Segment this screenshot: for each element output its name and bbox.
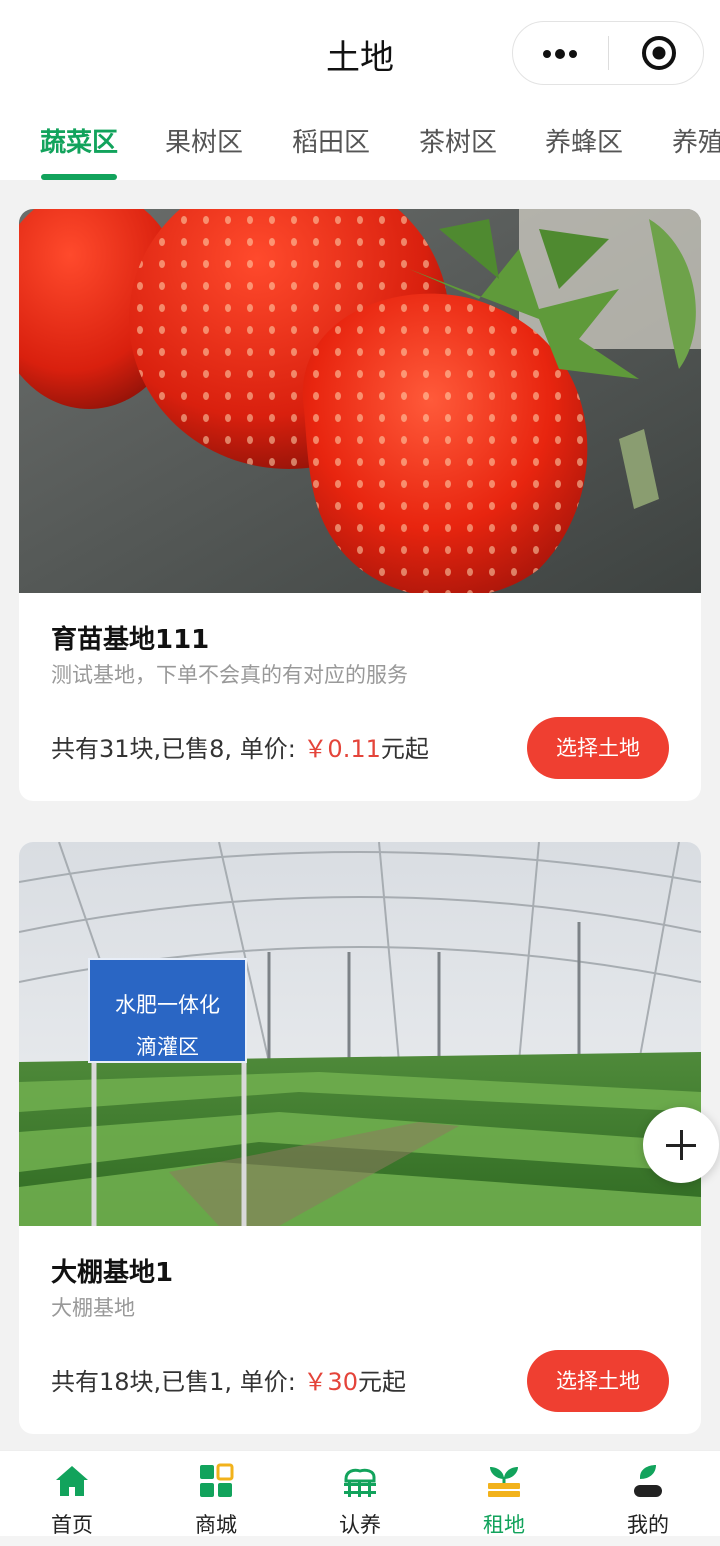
strawberry-photo (19, 209, 701, 593)
land-card[interactable]: 水肥一体化 滴灌区 大棚基地1 大棚基地 共有18块,已售1, 单价: ￥30元… (19, 842, 701, 1434)
unit-price: ￥0.11 (303, 735, 381, 763)
stock-text: 共有18块,已售1, 单价: (51, 1368, 296, 1396)
sign-line-2: 滴灌区 (136, 1035, 199, 1059)
sign-line-1: 水肥一体化 (115, 993, 220, 1017)
close-target-icon[interactable] (641, 35, 677, 71)
tabbar-item-home[interactable]: 首页 (0, 1451, 144, 1546)
rent-land-sprout-icon (488, 1467, 520, 1497)
select-land-button[interactable]: 选择土地 (527, 1350, 669, 1412)
tabbar-item-profile[interactable]: 我的 (576, 1451, 720, 1546)
category-tabs: 蔬菜区 果树区 稻田区 茶树区 养蜂区 养殖区 (0, 104, 720, 180)
home-icon (56, 1466, 88, 1496)
card-stock-info: 共有31块,已售8, 单价: ￥0.11元起 (51, 729, 429, 764)
unit-price: ￥30 (303, 1368, 358, 1396)
card-stock-info: 共有18块,已售1, 单价: ￥30元起 (51, 1362, 406, 1397)
nav-header: 土地 (0, 0, 720, 104)
tabbar-label: 商城 (195, 1513, 237, 1537)
card-title: 大棚基地1 (51, 1258, 174, 1288)
tab-vegetable[interactable]: 蔬菜区 (40, 122, 118, 159)
mini-program-capsule (512, 21, 704, 85)
tabbar-label: 租地 (483, 1513, 525, 1537)
tab-beekeeping[interactable]: 养蜂区 (545, 122, 623, 159)
tabbar-item-adopt[interactable]: 认养 (288, 1451, 432, 1546)
tab-paddy[interactable]: 稻田区 (292, 122, 370, 159)
tabbar-label: 我的 (627, 1513, 669, 1537)
tab-breeding[interactable]: 养殖区 (672, 122, 720, 159)
profile-icon (634, 1465, 662, 1497)
tabbar-label: 认养 (339, 1513, 381, 1537)
price-suffix: 元起 (357, 1368, 406, 1396)
adopt-livestock-icon (344, 1468, 376, 1497)
price-suffix: 元起 (380, 735, 429, 763)
select-land-button[interactable]: 选择土地 (527, 717, 669, 779)
stock-text: 共有31块,已售8, 单价: (51, 735, 296, 763)
mall-grid-icon (200, 1463, 234, 1497)
land-page: 土地 蔬菜区 果树区 稻田区 茶树区 养蜂区 养殖区 (0, 0, 720, 1546)
more-icon[interactable] (539, 22, 579, 84)
tab-tea[interactable]: 茶树区 (419, 122, 497, 159)
tabbar-item-mall[interactable]: 商城 (144, 1451, 288, 1546)
card-description: 大棚基地 (51, 1296, 135, 1320)
greenhouse-sign: 水肥一体化 滴灌区 (95, 984, 240, 1068)
card-description: 测试基地，下单不会真的有对应的服务 (51, 663, 408, 687)
card-title: 育苗基地111 (51, 625, 210, 655)
home-indicator-area (0, 1536, 720, 1546)
tabbar-label: 首页 (51, 1513, 93, 1537)
land-card[interactable]: 育苗基地111 测试基地，下单不会真的有对应的服务 共有31块,已售8, 单价:… (19, 209, 701, 801)
bottom-tabbar: 首页 商城 认养 租地 我的 (0, 1450, 720, 1546)
tabbar-item-rent-land[interactable]: 租地 (432, 1451, 576, 1546)
add-floating-button[interactable] (643, 1107, 719, 1183)
capsule-divider (608, 36, 609, 70)
active-tab-indicator (41, 174, 117, 180)
tab-orchard[interactable]: 果树区 (165, 122, 243, 159)
